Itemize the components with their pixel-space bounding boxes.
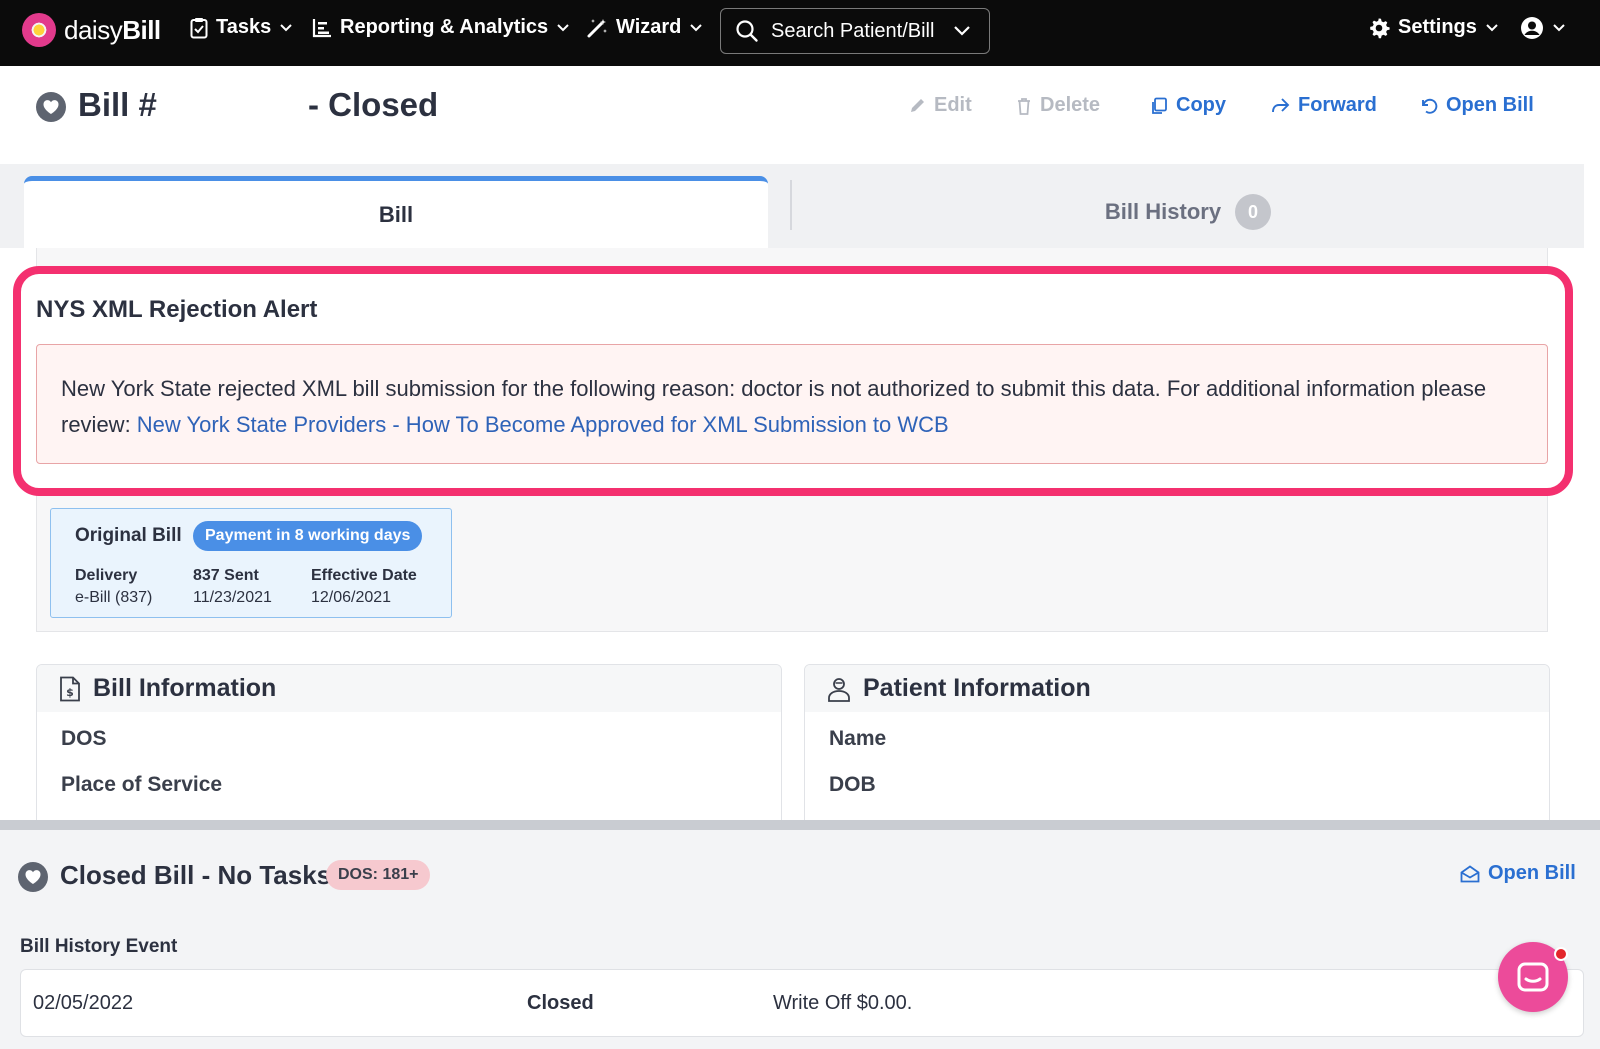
delivery-label: Delivery <box>75 567 138 584</box>
chevron-down-icon <box>1486 23 1498 31</box>
nav-tasks-label: Tasks <box>216 16 272 38</box>
top-nav: daisyBill Tasks Reporting & Analytics Wi… <box>0 0 1600 66</box>
bar-chart-icon <box>312 18 331 37</box>
chevron-down-icon <box>557 23 569 31</box>
open-bill-label: Open Bill <box>1446 94 1534 116</box>
delete-label: Delete <box>1040 94 1101 116</box>
tab-bill-label: Bill <box>378 201 414 227</box>
chevron-down-icon <box>690 23 703 31</box>
gear-icon <box>1370 17 1390 38</box>
patient-information-title: Patient Information <box>863 674 1091 702</box>
nav-wizard-label: Wizard <box>616 16 682 38</box>
tab-bill-history[interactable]: Bill History 0 <box>792 176 1584 248</box>
closed-bill-section: Closed Bill - No Tasks DOS: 181+ Open Bi… <box>0 820 1600 1049</box>
logo-text-light: daisy <box>64 14 123 45</box>
trash-icon <box>1018 97 1030 115</box>
nav-settings-menu[interactable]: Settings <box>1368 16 1499 39</box>
bottom-open-bill-button[interactable]: Open Bill <box>1460 862 1576 885</box>
svg-text:$: $ <box>66 686 74 699</box>
chevron-down-icon[interactable] <box>953 25 971 37</box>
notification-dot <box>1554 947 1568 961</box>
original-bill-card: Original Bill Payment in 8 working days … <box>50 508 452 618</box>
forward-button[interactable]: Forward <box>1270 94 1377 117</box>
nav-reporting-menu[interactable]: Reporting & Analytics <box>312 16 570 39</box>
patient-information-header: Patient Information <box>805 665 1549 712</box>
page-title: Bill # <box>78 86 157 123</box>
copy-label: Copy <box>1176 94 1226 116</box>
place-of-service-label: Place of Service <box>61 773 223 796</box>
heart-icon <box>18 862 48 892</box>
patient-name-label: Name <box>829 727 887 750</box>
daisy-logo-icon <box>22 13 56 47</box>
magic-wand-icon <box>587 18 607 37</box>
daisybill-logo[interactable]: daisyBill <box>22 13 161 47</box>
bottom-open-bill-label: Open Bill <box>1488 862 1576 884</box>
bill-information-title: Bill Information <box>93 674 277 702</box>
invoice-dollar-icon: $ <box>60 676 80 701</box>
search-patient-bill[interactable] <box>720 8 990 54</box>
delivery-value: e-Bill (837) <box>75 589 153 606</box>
bill-header: Bill # - Closed Edit Delete Copy Forward… <box>0 66 1600 164</box>
clipboard-check-icon <box>190 17 208 38</box>
patient-information-panel: Patient Information Name DOB <box>804 664 1550 834</box>
history-event-row: 02/05/2022 Closed Write Off $0.00. <box>20 969 1584 1037</box>
effective-date-value: 12/06/2021 <box>311 589 392 606</box>
alert-title: NYS XML Rejection Alert <box>36 296 318 323</box>
sent-value: 11/23/2021 <box>193 589 272 606</box>
effective-date-label: Effective Date <box>311 567 417 584</box>
edit-label: Edit <box>934 94 972 116</box>
patient-icon <box>828 677 850 702</box>
history-event-label: Bill History Event <box>20 936 178 957</box>
tab-bill[interactable]: Bill <box>24 176 768 248</box>
bill-status-title: - Closed <box>308 86 439 123</box>
sent-field: 837 Sent 11/23/2021 <box>193 565 272 609</box>
undo-icon <box>1422 98 1438 114</box>
nav-tasks-menu[interactable]: Tasks <box>190 16 293 39</box>
pencil-icon <box>911 98 924 112</box>
event-status: Closed <box>527 992 594 1014</box>
share-icon <box>1272 97 1290 112</box>
bill-tabs: Bill Bill History 0 <box>0 164 1584 248</box>
chat-icon <box>1517 962 1549 992</box>
heart-icon <box>36 92 66 122</box>
search-icon <box>736 20 758 42</box>
nav-reporting-label: Reporting & Analytics <box>340 16 549 38</box>
open-bill-button[interactable]: Open Bill <box>1420 94 1534 117</box>
delivery-field: Delivery e-Bill (837) <box>75 565 152 609</box>
tab-divider <box>790 180 792 230</box>
envelope-open-icon <box>1460 864 1480 882</box>
history-count-badge: 0 <box>1235 194 1272 230</box>
xml-approval-link[interactable]: New York State Providers - How To Become… <box>137 412 949 437</box>
effective-date-field: Effective Date 12/06/2021 <box>311 565 417 609</box>
nav-account-menu[interactable] <box>1520 16 1566 40</box>
bill-information-panel: $ Bill Information DOS Place of Service <box>36 664 782 834</box>
event-date: 02/05/2022 <box>33 992 134 1014</box>
closed-bill-title: Closed Bill - No Tasks <box>60 860 332 890</box>
delete-button[interactable]: Delete <box>1016 94 1100 117</box>
copy-button[interactable]: Copy <box>1150 94 1226 117</box>
tab-history-label: Bill History <box>1104 199 1222 224</box>
nav-settings-label: Settings <box>1398 16 1477 38</box>
chevron-down-icon <box>280 23 292 31</box>
event-description: Write Off $0.00. <box>773 992 913 1014</box>
forward-label: Forward <box>1298 94 1377 116</box>
patient-dob-label: DOB <box>829 773 876 796</box>
user-circle-icon <box>1521 17 1543 39</box>
nav-wizard-menu[interactable]: Wizard <box>586 16 703 39</box>
edit-button[interactable]: Edit <box>908 94 972 117</box>
chevron-down-icon <box>1553 24 1565 32</box>
search-input[interactable] <box>771 19 941 43</box>
dos-label: DOS <box>61 727 107 750</box>
original-bill-title: Original Bill <box>75 525 182 546</box>
sent-label: 837 Sent <box>193 567 259 584</box>
dos-badge: DOS: 181+ <box>326 860 431 890</box>
copy-icon <box>1152 97 1167 114</box>
payment-status-badge: Payment in 8 working days <box>193 521 423 551</box>
rejection-alert-box: New York State rejected XML bill submiss… <box>36 344 1548 464</box>
bill-information-header: $ Bill Information <box>37 665 781 712</box>
logo-text-bold: Bill <box>122 14 161 45</box>
